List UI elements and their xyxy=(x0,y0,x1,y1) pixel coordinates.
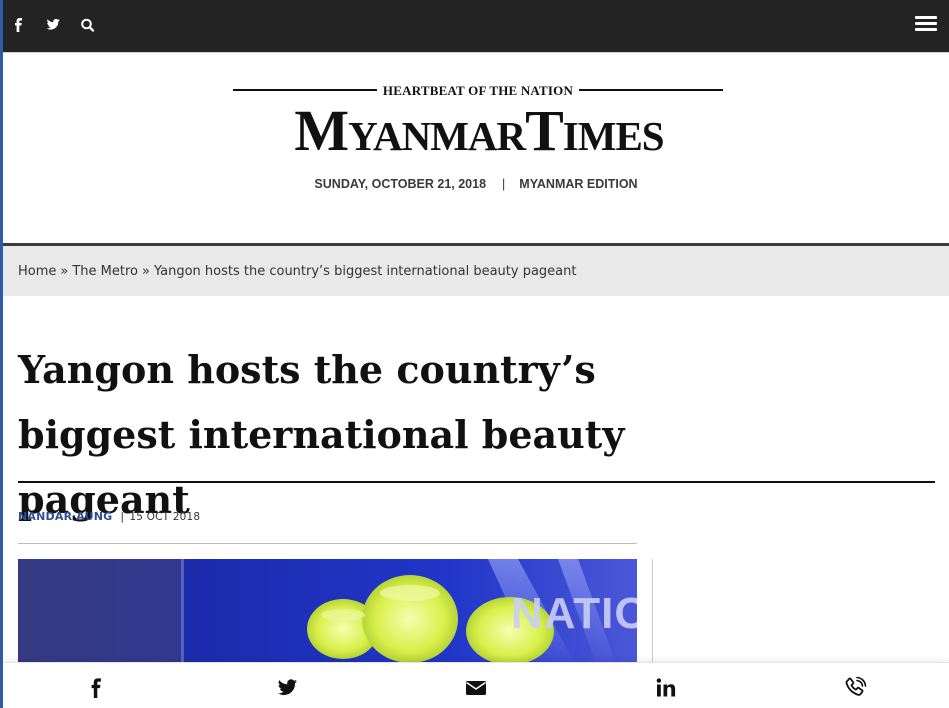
breadcrumb-separator: » xyxy=(60,264,69,279)
breadcrumb-current: Yangon hosts the country’s biggest inter… xyxy=(153,264,577,279)
author-link[interactable]: NANDAR AUNG xyxy=(18,510,112,523)
dateline-separator: | xyxy=(502,177,506,191)
twitter-icon[interactable] xyxy=(43,15,63,35)
article-headline: Yangon hosts the country’s biggest inter… xyxy=(18,347,625,522)
byline-separator: | xyxy=(120,510,125,523)
current-date: SUNDAY, OCTOBER 21, 2018 xyxy=(314,177,487,191)
image-stage-text: NATIO xyxy=(511,589,637,638)
left-accent-rule xyxy=(0,0,3,708)
byline-divider xyxy=(18,543,637,544)
breadcrumb-separator: » xyxy=(142,264,150,279)
masthead: HEARTBEAT OF THE NATION MyanmarTimes SUN… xyxy=(3,52,949,245)
breadcrumb-the-metro[interactable]: The Metro xyxy=(72,264,138,279)
sidebar-divider xyxy=(652,559,653,669)
headline-divider xyxy=(18,481,935,483)
linkedin-icon[interactable] xyxy=(653,675,679,701)
breadcrumb-home[interactable]: Home xyxy=(18,264,56,279)
phone-icon[interactable] xyxy=(842,675,868,701)
facebook-icon[interactable] xyxy=(9,15,29,35)
top-bar xyxy=(0,0,949,52)
edition-label[interactable]: MYANMAR EDITION xyxy=(519,177,637,191)
publish-date: 15 OCT 2018 xyxy=(129,511,201,523)
breadcrumb: Home» The Metro» Yangon hosts the country’… xyxy=(3,246,949,296)
search-icon[interactable] xyxy=(78,15,98,35)
share-bar xyxy=(3,662,949,708)
byline: NANDAR AUNG | 15 OCT 2018 xyxy=(18,510,200,523)
site-logo[interactable]: MyanmarTimes xyxy=(229,95,729,167)
dateline: SUNDAY, OCTOBER 21, 2018 | MYANMAR EDITION xyxy=(3,177,949,191)
twitter-icon[interactable] xyxy=(274,675,300,701)
facebook-icon[interactable] xyxy=(84,675,110,701)
menu-icon[interactable] xyxy=(915,16,937,32)
article-image: NATIO xyxy=(18,559,637,669)
email-icon[interactable] xyxy=(463,675,489,701)
